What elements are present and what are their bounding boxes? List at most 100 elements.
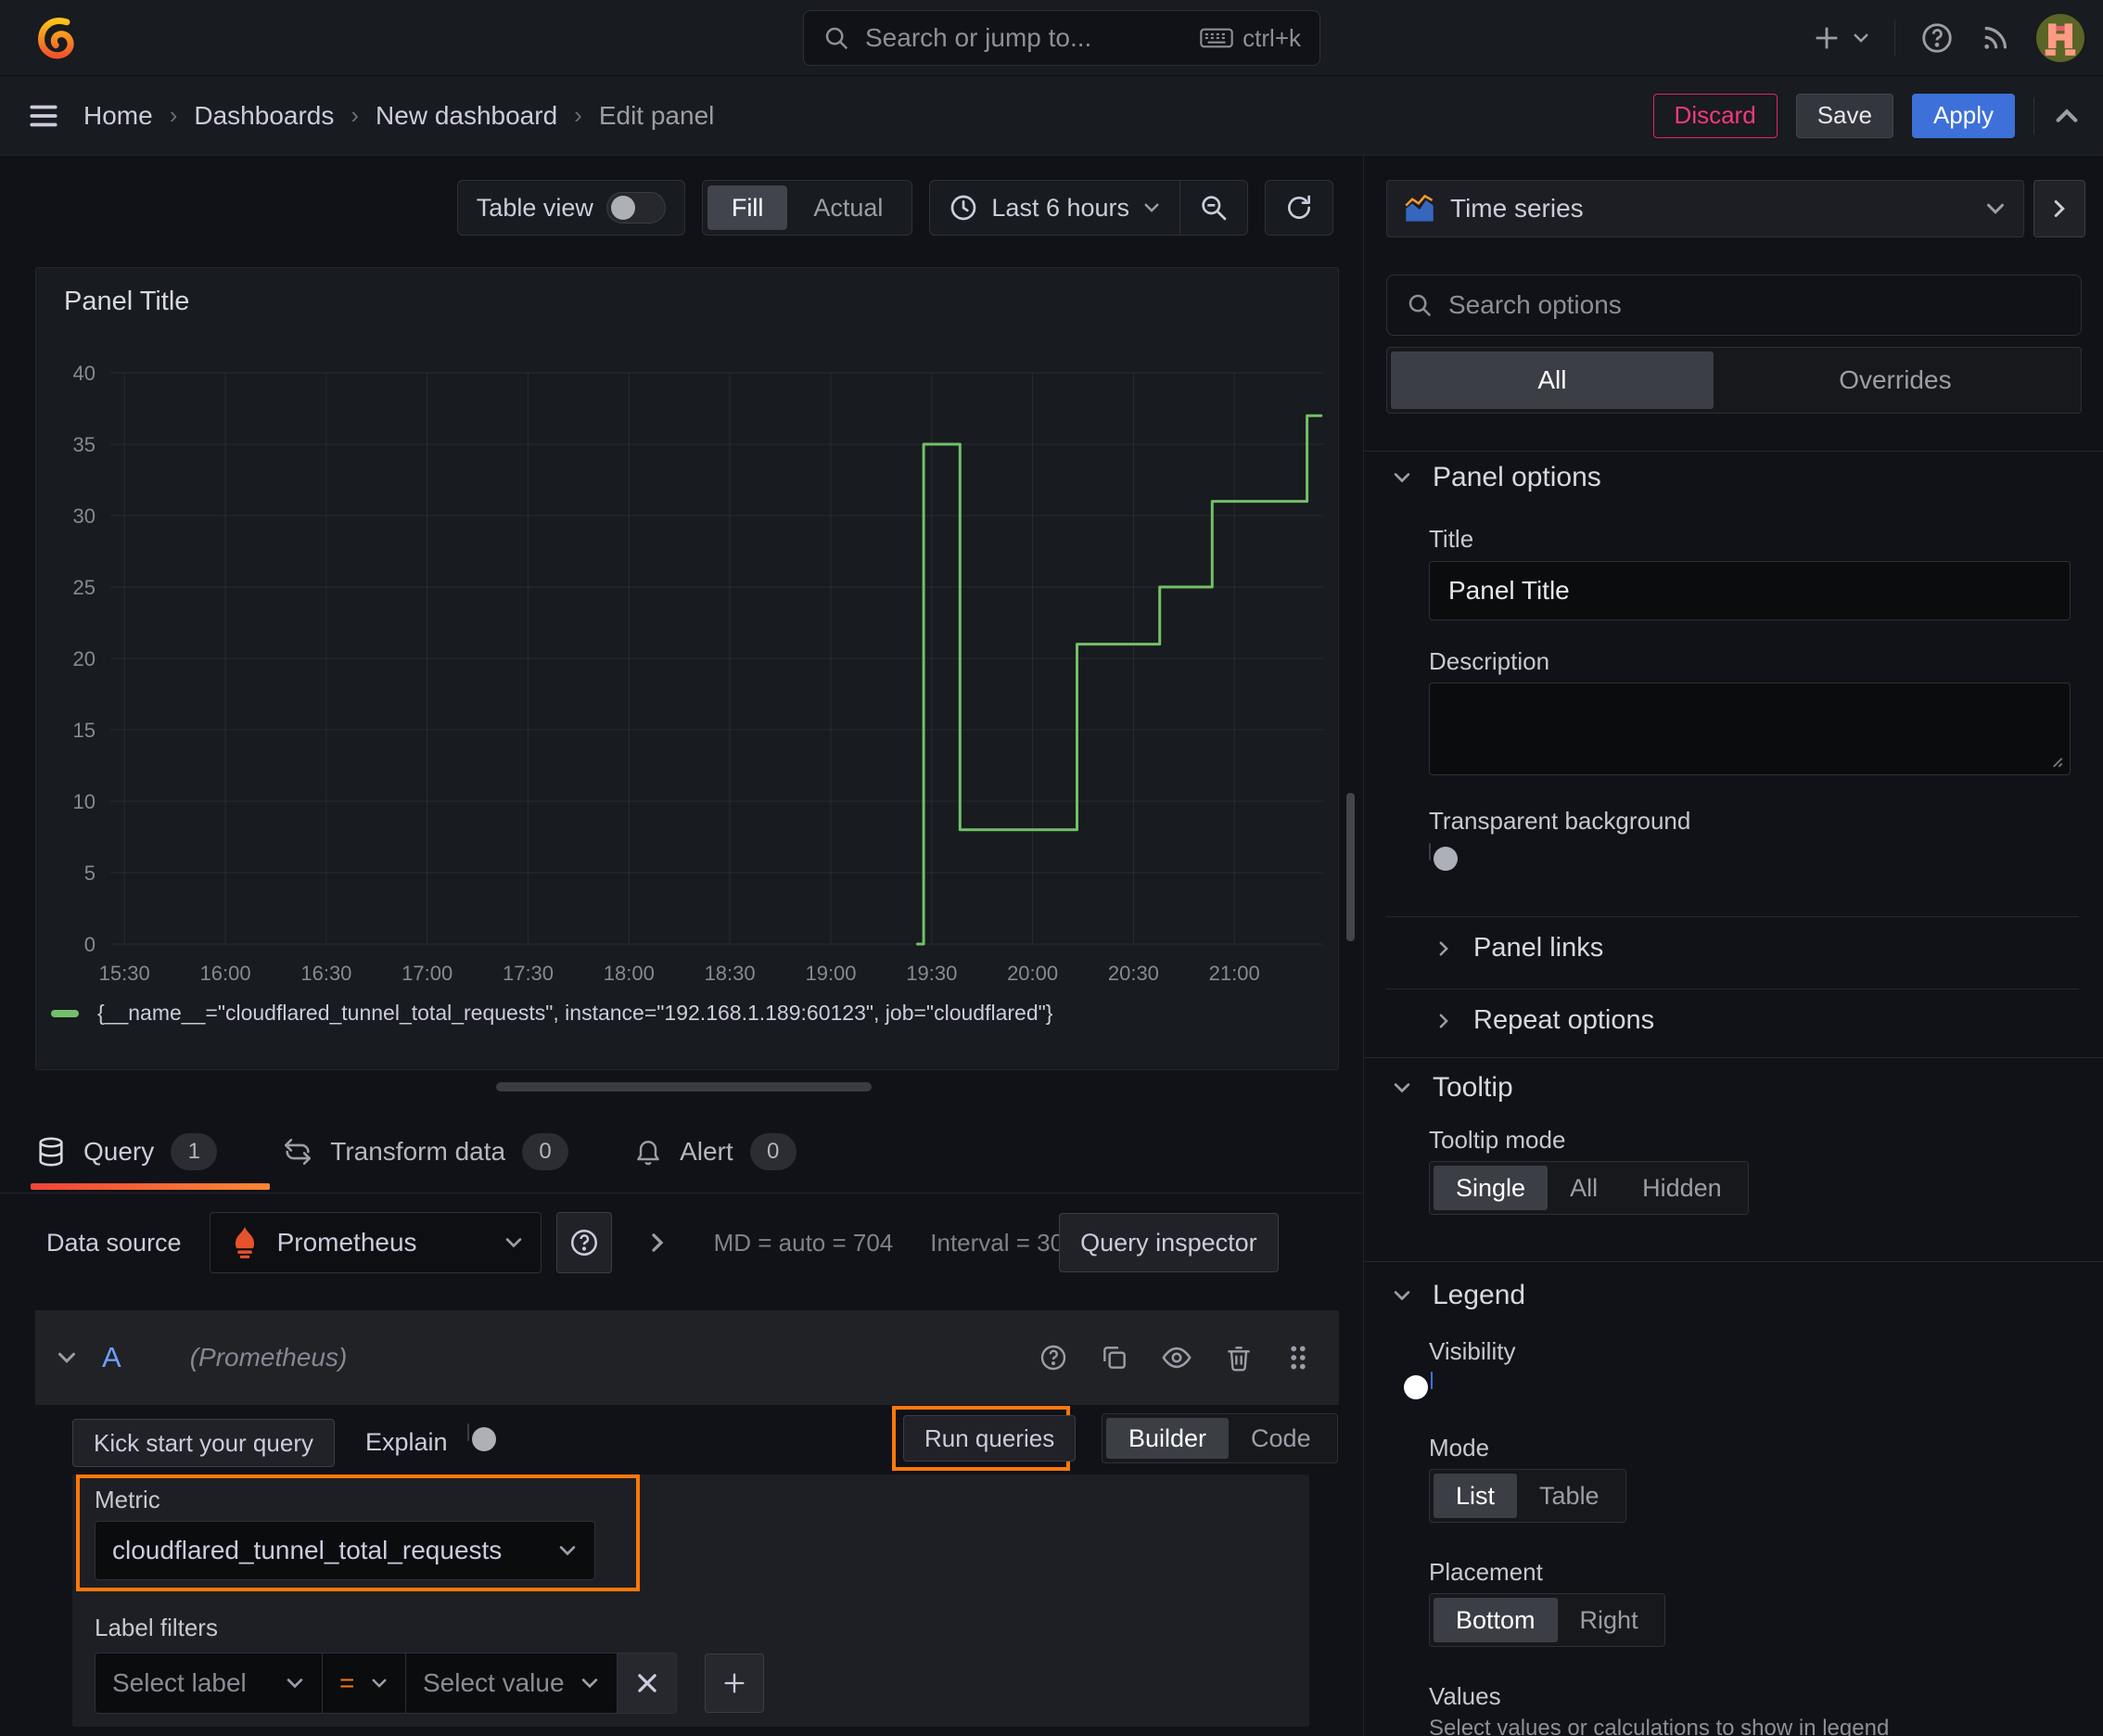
prometheus-icon xyxy=(227,1225,262,1260)
discard-button[interactable]: Discard xyxy=(1652,93,1778,138)
tab-transform-data[interactable]: Transform data 0 xyxy=(282,1133,569,1170)
run-queries-button[interactable]: Run queries xyxy=(903,1415,1077,1462)
main-scrollbar-thumb[interactable] xyxy=(1346,793,1355,941)
tab-all[interactable]: All xyxy=(1391,351,1714,409)
datasource-select[interactable]: Prometheus xyxy=(209,1212,542,1273)
legend-series-label[interactable]: {__name__="cloudflared_tunnel_total_requ… xyxy=(97,1001,1052,1026)
edit-panel-main: Table view Fill Actual Last 6 hours Pane… xyxy=(0,156,1363,1736)
breadcrumb-new-dashboard[interactable]: New dashboard xyxy=(376,101,557,131)
query-row-header[interactable]: A (Prometheus) xyxy=(35,1310,1339,1405)
tab-transform-count: 0 xyxy=(522,1133,569,1170)
actual-option[interactable]: Actual xyxy=(789,185,907,230)
chevron-down-icon xyxy=(1987,203,2004,214)
table-view-toggle[interactable] xyxy=(605,192,666,223)
metric-select[interactable]: cloudflared_tunnel_total_requests xyxy=(95,1521,595,1580)
svg-text:16:00: 16:00 xyxy=(200,962,251,985)
metric-value: cloudflared_tunnel_total_requests xyxy=(112,1536,503,1564)
panel-links-section[interactable]: Panel links xyxy=(1434,933,1603,964)
breadcrumb-separator: › xyxy=(169,101,178,129)
transform-icon xyxy=(282,1136,313,1168)
query-help-icon[interactable] xyxy=(1039,1343,1068,1372)
tab-overrides[interactable]: Overrides xyxy=(1714,351,2077,409)
select-value-placeholder: Select value xyxy=(423,1668,565,1697)
drag-handle-grip-icon[interactable] xyxy=(1285,1343,1311,1372)
save-button[interactable]: Save xyxy=(1795,93,1893,138)
legend-placement-segmented: Bottom Right xyxy=(1429,1593,1665,1647)
query-letter[interactable]: A xyxy=(102,1341,121,1374)
svg-text:15:30: 15:30 xyxy=(99,962,150,985)
select-label-dropdown[interactable]: Select label xyxy=(95,1653,323,1714)
tab-query[interactable]: Query 1 xyxy=(35,1133,218,1170)
operator-dropdown[interactable]: = xyxy=(323,1653,406,1714)
duplicate-query-icon[interactable] xyxy=(1100,1343,1129,1372)
help-icon[interactable] xyxy=(1919,20,1955,56)
user-avatar[interactable] xyxy=(2036,14,2084,62)
builder-option[interactable]: Builder xyxy=(1106,1418,1230,1459)
remove-filter-button[interactable] xyxy=(618,1653,677,1714)
search-input[interactable]: Search or jump to... ctrl+k xyxy=(803,10,1320,66)
search-options-input[interactable]: Search options xyxy=(1386,274,2082,336)
visualization-select[interactable]: Time series xyxy=(1386,180,2024,237)
news-rss-icon[interactable] xyxy=(1979,21,2012,55)
hamburger-menu-icon[interactable] xyxy=(26,98,61,134)
operator-value: = xyxy=(339,1668,355,1697)
zoom-out-button[interactable] xyxy=(1179,181,1247,235)
resize-handle-icon[interactable] xyxy=(2047,752,2064,769)
legend-section-header[interactable]: Legend xyxy=(1392,1280,1525,1311)
legend-series-swatch[interactable] xyxy=(51,1009,79,1017)
repeat-options-section[interactable]: Repeat options xyxy=(1434,1005,1654,1036)
panel-options-section-header[interactable]: Panel options xyxy=(1392,462,1601,493)
transparent-background-toggle[interactable] xyxy=(1429,843,1458,871)
tooltip-all-option[interactable]: All xyxy=(1548,1166,1620,1210)
select-label-placeholder: Select label xyxy=(112,1668,247,1697)
kick-start-query-button[interactable]: Kick start your query xyxy=(72,1419,335,1467)
datasource-help-button[interactable] xyxy=(555,1212,612,1273)
svg-text:0: 0 xyxy=(84,933,96,956)
toggle-viz-picker-button[interactable] xyxy=(2033,180,2085,237)
editor-tabs: Query 1 Transform data 0 Alert 0 xyxy=(35,1117,797,1186)
transparent-background-label: Transparent background xyxy=(1429,807,1691,835)
legend-visibility-toggle[interactable] xyxy=(1404,1372,1433,1399)
tooltip-single-option[interactable]: Single xyxy=(1434,1166,1549,1210)
refresh-button[interactable] xyxy=(1266,181,1332,235)
breadcrumb-dashboards[interactable]: Dashboards xyxy=(194,101,334,131)
query-options-row: Kick start your query Explain Run querie… xyxy=(35,1406,1339,1471)
tooltip-hidden-option[interactable]: Hidden xyxy=(1620,1166,1744,1210)
svg-text:15: 15 xyxy=(73,719,96,742)
chevron-down-icon xyxy=(287,1679,303,1689)
svg-text:25: 25 xyxy=(73,576,96,599)
time-range-picker[interactable]: Last 6 hours xyxy=(930,181,1179,235)
add-new-button[interactable] xyxy=(1811,22,1870,54)
legend-placement-bottom-option[interactable]: Bottom xyxy=(1434,1598,1558,1642)
add-filter-button[interactable] xyxy=(705,1653,764,1713)
query-inspector-button[interactable]: Query inspector xyxy=(1059,1213,1279,1272)
legend-mode-table-option[interactable]: Table xyxy=(1517,1474,1622,1518)
svg-text:40: 40 xyxy=(73,362,96,385)
delete-query-trash-icon[interactable] xyxy=(1224,1343,1254,1372)
query-builder-body: Metric cloudflared_tunnel_total_requests… xyxy=(72,1474,1309,1727)
code-option[interactable]: Code xyxy=(1229,1418,1333,1459)
collapse-stats-chevron-icon[interactable] xyxy=(645,1231,669,1255)
select-value-dropdown[interactable]: Select value xyxy=(406,1653,618,1714)
tab-alert[interactable]: Alert 0 xyxy=(633,1133,797,1170)
tooltip-section-header[interactable]: Tooltip xyxy=(1392,1072,1513,1104)
fill-option[interactable]: Fill xyxy=(707,185,788,230)
legend-placement-right-option[interactable]: Right xyxy=(1558,1598,1661,1642)
legend-mode-list-option[interactable]: List xyxy=(1434,1474,1518,1518)
grafana-logo-icon[interactable] xyxy=(33,15,80,61)
apply-button[interactable]: Apply xyxy=(1911,93,2015,138)
toggle-visibility-eye-icon[interactable] xyxy=(1161,1342,1192,1373)
breadcrumb-home[interactable]: Home xyxy=(83,101,153,131)
breadcrumb-bar: Home › Dashboards › New dashboard › Edit… xyxy=(0,76,2103,156)
collapse-chevron-up-icon[interactable] xyxy=(2053,102,2081,130)
chevron-down-icon xyxy=(581,1679,598,1689)
chevron-down-icon xyxy=(505,1238,521,1248)
database-icon xyxy=(35,1136,67,1168)
time-series-chart[interactable]: 0 5 10 15 20 25 30 35 40 15:30 16:00 16:30 17:00 17:3… xyxy=(44,313,1331,989)
tab-alert-label: Alert xyxy=(680,1137,733,1166)
panel-title-input[interactable]: Panel Title xyxy=(1429,561,2071,620)
description-textarea[interactable] xyxy=(1429,683,2071,775)
explain-toggle[interactable] xyxy=(467,1423,496,1451)
editor-resize-handle[interactable] xyxy=(496,1082,872,1091)
plus-icon xyxy=(724,1673,745,1693)
